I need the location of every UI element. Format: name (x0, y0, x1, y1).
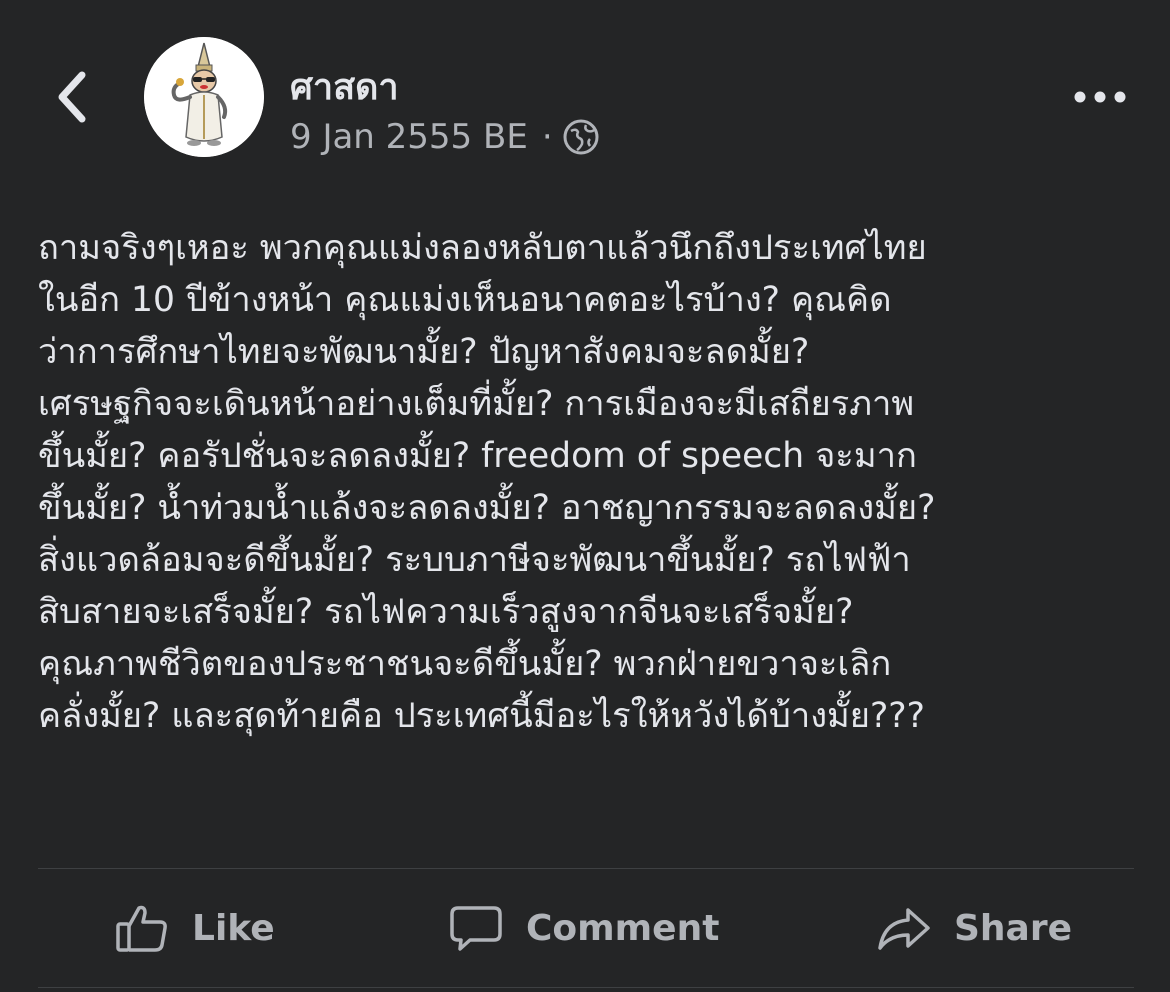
post-text-line: ถามจริงๆเหอะ พวกคุณแม่งลองหลับตาแล้วนึกถ… (38, 228, 927, 268)
thumbs-up-icon (114, 900, 170, 956)
post-action-bar: Like Comment Share (38, 872, 1134, 984)
post-text-line: ในอีก 10 ปีข้างหน้า คุณแม่งเห็นอนาคตอะไร… (38, 280, 892, 320)
back-button[interactable] (40, 62, 104, 132)
more-options-icon (1074, 91, 1126, 103)
more-options-button[interactable] (1060, 72, 1140, 122)
share-arrow-icon (876, 900, 932, 956)
comment-button[interactable]: Comment (448, 892, 719, 964)
post-text-line: คลั่งมั้ย? และสุดท้ายคือ ประเทศนี้มีอะไร… (38, 696, 925, 736)
post-text-line: คุณภาพชีวิตของประชาชนจะดีขึ้นมั้ย? พวกฝ่… (38, 644, 892, 684)
like-button[interactable]: Like (114, 892, 275, 964)
author-name[interactable]: ศาสดา (290, 58, 399, 115)
actions-divider-top (38, 868, 1134, 869)
actions-divider-bottom (38, 987, 1134, 988)
post-meta: 9 Jan 2555 BE · (290, 114, 599, 160)
post-text-line: สิบสายจะเสร็จมั้ย? รถไฟความเร็วสูงจากจีน… (38, 592, 854, 632)
share-button[interactable]: Share (876, 892, 1072, 964)
like-label: Like (192, 907, 275, 949)
avatar-illustration (144, 37, 264, 157)
post-text-line: สิ่งแวดล้อมจะดีขึ้นมั้ย? ระบบภาษีจะพัฒนา… (38, 540, 911, 580)
post-text-line: ว่าการศึกษาไทยจะพัฒนามั้ย? ปัญหาสังคมจะล… (38, 332, 810, 372)
comment-label: Comment (526, 907, 720, 949)
post-date[interactable]: 9 Jan 2555 BE (290, 117, 528, 157)
share-label: Share (954, 907, 1073, 949)
meta-separator: · (541, 117, 553, 157)
post-text-line: เศรษฐกิจจะเดินหน้าอย่างเต็มที่มั้ย? การเ… (38, 384, 915, 424)
comment-bubble-icon (448, 900, 504, 956)
globe-icon (563, 119, 599, 155)
post-header: ศาสดา 9 Jan 2555 BE · (0, 0, 1170, 190)
chevron-left-icon (58, 71, 86, 123)
post-text-line: ขึ้นมั้ย? น้ำท่วมน้ำแล้งจะลดลงมั้ย? อาชญ… (38, 488, 936, 528)
post-text-line: ขึ้นมั้ย? คอรัปชั่นจะลดลงมั้ย? freedom o… (38, 436, 917, 476)
post-body: ถามจริงๆเหอะ พวกคุณแม่งลองหลับตาแล้วนึกถ… (38, 222, 1148, 742)
author-avatar[interactable] (144, 37, 264, 157)
